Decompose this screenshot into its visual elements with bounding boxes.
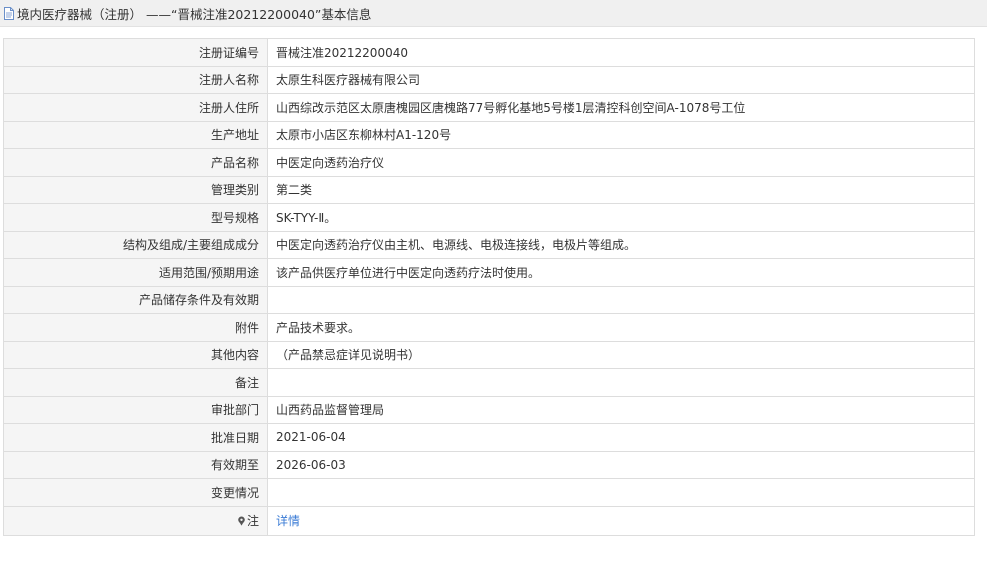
field-label: 变更情况 (3, 478, 268, 507)
field-label: 注册证编号 (3, 38, 268, 67)
field-value: 中医定向透药治疗仪由主机、电源线、电极连接线，电极片等组成。 (267, 230, 975, 259)
field-value (267, 368, 975, 397)
field-value: 山西药品监督管理局 (267, 395, 975, 424)
table-row: 适用范围/预期用途 该产品供医疗单位进行中医定向透药疗法时使用。 (3, 258, 975, 287)
field-value: 太原生科医疗器械有限公司 (267, 65, 975, 94)
field-label: 产品储存条件及有效期 (3, 285, 268, 314)
table-row: 产品名称 中医定向透药治疗仪 (3, 148, 975, 177)
field-label: 结构及组成/主要组成成分 (3, 230, 268, 259)
field-value: （产品禁忌症详见说明书） (267, 340, 975, 369)
info-table-body: 注册证编号 晋械注准20212200040 注册人名称 太原生科医疗器械有限公司 注册人… (3, 38, 975, 536)
field-label: 型号规格 (3, 203, 268, 232)
detail-link[interactable]: 详情 (276, 514, 300, 528)
table-row: 备注 (3, 368, 975, 397)
field-label: 注册人住所 (3, 93, 268, 122)
page-title: 境内医疗器械（注册） ——“晋械注准20212200040”基本信息 (17, 6, 372, 22)
table-row: 管理类别 第二类 (3, 175, 975, 204)
table-row: 附件 产品技术要求。 (3, 313, 975, 342)
field-value: SK-TYY-Ⅱ。 (267, 203, 975, 232)
field-value: 太原市小店区东柳林村A1-120号 (267, 120, 975, 149)
field-label: 生产地址 (3, 120, 268, 149)
table-row: 注册证编号 晋械注准20212200040 (3, 38, 975, 67)
table-row: 注册人名称 太原生科医疗器械有限公司 (3, 65, 975, 94)
document-icon (3, 6, 15, 20)
table-row: 批准日期 2021-06-04 (3, 423, 975, 452)
field-value: 2026-06-03 (267, 450, 975, 479)
field-label: 管理类别 (3, 175, 268, 204)
table-row: 审批部门 山西药品监督管理局 (3, 395, 975, 424)
field-value (267, 478, 975, 507)
field-value: 晋械注准20212200040 (267, 38, 975, 67)
table-row: 产品储存条件及有效期 (3, 285, 975, 314)
field-value: 中医定向透药治疗仪 (267, 148, 975, 177)
field-label: 备注 (3, 368, 268, 397)
note-label-cell: 注 (3, 505, 268, 536)
table-row: 型号规格 SK-TYY-Ⅱ。 (3, 203, 975, 232)
info-table: 注册证编号 晋械注准20212200040 注册人名称 太原生科医疗器械有限公司 注册人… (3, 38, 975, 536)
field-value (267, 285, 975, 314)
table-row: 其他内容 （产品禁忌症详见说明书） (3, 340, 975, 369)
field-value: 第二类 (267, 175, 975, 204)
field-value: 2021-06-04 (267, 423, 975, 452)
table-row: 变更情况 (3, 478, 975, 507)
field-label: 审批部门 (3, 395, 268, 424)
field-label: 其他内容 (3, 340, 268, 369)
table-row: 结构及组成/主要组成成分 中医定向透药治疗仪由主机、电源线、电极连接线，电极片等组… (3, 230, 975, 259)
field-label: 批准日期 (3, 423, 268, 452)
field-label: 附件 (3, 313, 268, 342)
note-value-cell: 详情 (267, 505, 975, 536)
field-value: 山西综改示范区太原唐槐园区唐槐路77号孵化基地5号楼1层清控科创空间A-1078… (267, 93, 975, 122)
page-title-bar: 境内医疗器械（注册） ——“晋械注准20212200040”基本信息 (0, 0, 987, 27)
table-row: 注册人住所 山西综改示范区太原唐槐园区唐槐路77号孵化基地5号楼1层清控科创空间A… (3, 93, 975, 122)
field-label: 有效期至 (3, 450, 268, 479)
field-label: 注册人名称 (3, 65, 268, 94)
field-label: 适用范围/预期用途 (3, 258, 268, 287)
table-row: 生产地址 太原市小店区东柳林村A1-120号 (3, 120, 975, 149)
table-row: 有效期至 2026-06-03 (3, 450, 975, 479)
table-row-note: 注 详情 (3, 505, 975, 536)
pin-icon (237, 516, 246, 526)
field-label: 产品名称 (3, 148, 268, 177)
field-value: 产品技术要求。 (267, 313, 975, 342)
note-label: 注 (246, 514, 259, 528)
field-value: 该产品供医疗单位进行中医定向透药疗法时使用。 (267, 258, 975, 287)
